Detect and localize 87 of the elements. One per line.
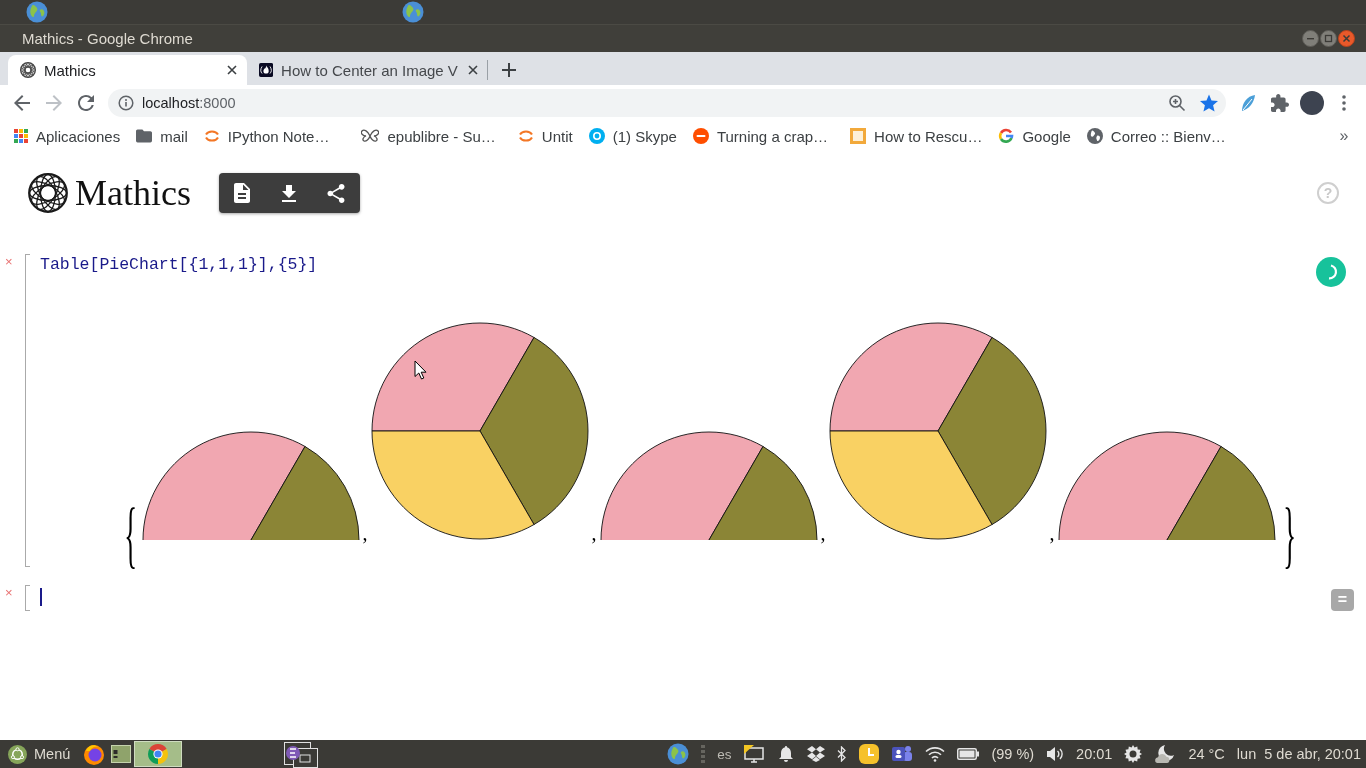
list-separator: ,	[591, 523, 597, 543]
close-icon	[227, 65, 237, 75]
more-bookmarks-button[interactable]: »	[1330, 122, 1358, 150]
code-input-field[interactable]: Table[PieChart[{1,1,1}],{5}]	[40, 254, 1300, 276]
minimize-button[interactable]	[1302, 30, 1319, 47]
arrow-right-icon	[46, 94, 62, 111]
wifi-icon[interactable]	[925, 746, 946, 762]
box-icon[interactable]	[807, 746, 826, 762]
bookmark[interactable]: How to Rescu…	[844, 122, 989, 150]
avatar	[1300, 90, 1324, 115]
text-cursor	[40, 588, 42, 607]
arrow-left-icon	[14, 94, 30, 111]
bluetooth-icon[interactable]	[837, 746, 848, 762]
zoom-in-icon[interactable]	[1168, 93, 1186, 112]
bookmark[interactable]: mail	[130, 122, 194, 150]
orbit-arcs-icon	[203, 128, 220, 144]
info-icon[interactable]	[118, 94, 134, 111]
aperture-icon	[148, 744, 169, 764]
bookmark[interactable]: Google	[992, 122, 1077, 150]
close-icon	[467, 65, 478, 75]
list-separator: ,	[1049, 523, 1055, 543]
puzzle-icon	[1271, 93, 1289, 112]
browser-tab[interactable]: Mathics	[8, 55, 247, 85]
star-icon[interactable]	[1200, 93, 1218, 112]
volume-icon[interactable]	[1046, 746, 1065, 762]
orbit-arcs-icon	[517, 128, 534, 144]
share-icon	[327, 183, 346, 203]
maximize-button[interactable]	[1320, 30, 1337, 47]
start-menu-button[interactable]: Menú	[8, 744, 71, 764]
bookmark[interactable]: Correo :: Bienv…	[1080, 122, 1232, 150]
bookmark[interactable]: Aplicaciones	[8, 122, 127, 150]
battery-percentage[interactable]: (99 %)	[991, 746, 1035, 762]
feather-icon	[1240, 93, 1256, 112]
kebab-menu-icon	[1342, 94, 1346, 111]
clock-date[interactable]: lun 5 de abr, 20:01	[1236, 746, 1361, 762]
bookmark[interactable]: IPython Note…	[197, 122, 336, 150]
bookmark[interactable]: Turning a crap…	[686, 122, 835, 150]
list-separator: ,	[820, 523, 826, 543]
bookmark[interactable]: epublibre - Su…	[355, 122, 502, 150]
address-field[interactable]: localhost:8000	[108, 88, 1226, 117]
gear-icon[interactable]	[1124, 745, 1143, 763]
segmented-ring-icon	[998, 128, 1015, 144]
round-badge-icon	[692, 128, 709, 144]
cell-bracket[interactable]	[25, 585, 30, 611]
drag-handle-icon[interactable]	[701, 744, 706, 764]
round-badge-icon	[588, 128, 605, 144]
temperature[interactable]: 24 °C	[1188, 746, 1225, 762]
globe-icon	[1086, 128, 1103, 144]
sphere-logo-icon	[28, 173, 68, 213]
square-icon	[850, 128, 867, 144]
ring-logo-icon	[8, 744, 27, 764]
list-brace: }	[1282, 497, 1296, 571]
mouse-pointer-icon	[414, 360, 427, 380]
globe-icon[interactable]	[402, 1, 424, 23]
keyboard-layout[interactable]: es	[717, 746, 732, 762]
butterfly-icon	[361, 129, 380, 143]
bookmark[interactable]: Untit	[511, 122, 579, 150]
taskbar-task-button[interactable]	[134, 741, 183, 767]
team-badge-icon[interactable]	[891, 744, 914, 764]
plus-icon	[502, 63, 516, 77]
sphere-icon	[20, 62, 36, 78]
folder-icon	[136, 129, 153, 143]
clock-icon[interactable]	[859, 744, 880, 764]
monitor-icon[interactable]	[743, 744, 766, 764]
battery-icon[interactable]	[957, 748, 980, 760]
close-button[interactable]	[1338, 30, 1355, 47]
list-brace: {	[124, 497, 138, 571]
document-icon	[234, 183, 251, 203]
apps-grid-icon	[14, 129, 28, 143]
window-icon[interactable]	[111, 745, 132, 763]
profile-button[interactable]	[1298, 88, 1326, 117]
window-title: Mathics - Google Chrome	[22, 30, 193, 47]
flame-icon	[259, 62, 274, 78]
bell-icon[interactable]	[777, 745, 796, 763]
cell-bracket[interactable]	[25, 254, 30, 567]
browser-tab[interactable]: How to Center an Image V	[250, 55, 487, 85]
moon-cloud-icon[interactable]	[1154, 744, 1177, 764]
download-icon	[280, 184, 299, 202]
reload-icon	[78, 94, 94, 111]
globe-icon[interactable]	[667, 743, 690, 765]
taskbar-task-button[interactable]	[282, 741, 321, 767]
flame-globe-icon[interactable]	[83, 743, 106, 765]
globe-icon[interactable]	[26, 1, 48, 23]
list-separator: ,	[362, 523, 368, 543]
bookmark[interactable]: (1) Skype	[582, 122, 683, 150]
clock-time[interactable]: 20:01	[1076, 746, 1113, 762]
logo-text: Mathics	[75, 175, 191, 211]
